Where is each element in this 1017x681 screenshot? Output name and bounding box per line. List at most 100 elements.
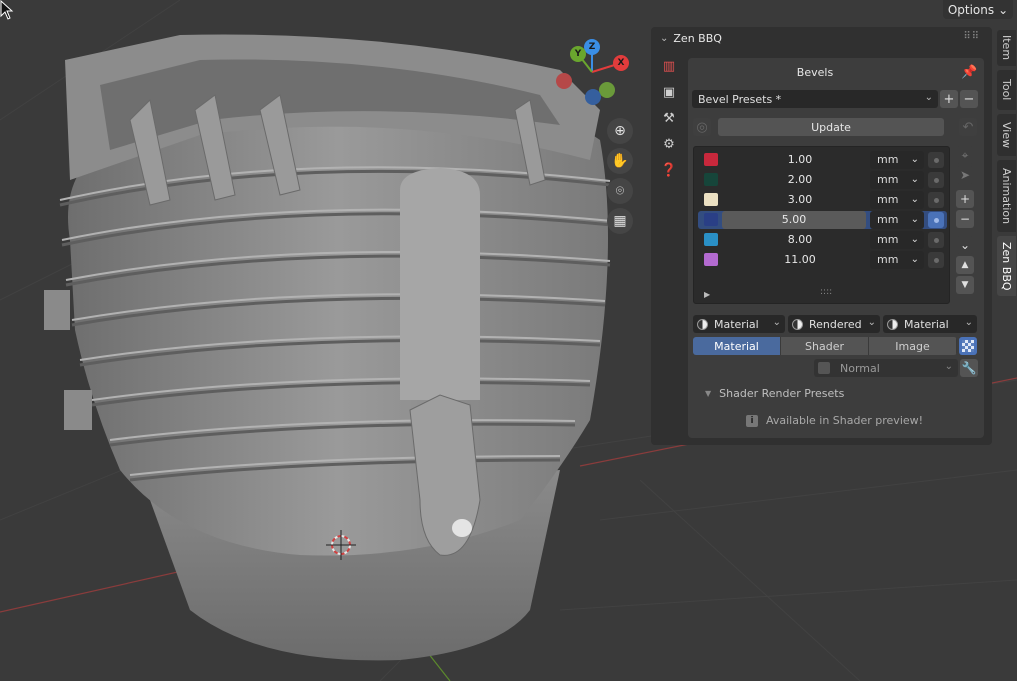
info-icon: i bbox=[746, 414, 758, 427]
options-label: Options bbox=[947, 2, 995, 17]
unit-dropdown[interactable]: mm ⌄ bbox=[870, 171, 924, 189]
zoom-icon[interactable]: ⊕ bbox=[607, 118, 633, 144]
color-swatch[interactable] bbox=[704, 233, 718, 246]
chevron-down-icon: ⌄ bbox=[867, 317, 876, 328]
tab-zen-bbq[interactable]: Zen BBQ bbox=[997, 236, 1016, 296]
pin-icon[interactable]: 📌 bbox=[961, 65, 977, 80]
unit-dropdown[interactable]: mm ⌄ bbox=[870, 231, 924, 249]
list-item[interactable]: 5.00 mm ⌄ bbox=[698, 211, 947, 229]
unit-label: mm bbox=[877, 193, 899, 206]
tab-tool[interactable]: Tool bbox=[997, 70, 1016, 110]
bevel-value[interactable]: 8.00 bbox=[730, 231, 870, 249]
drag-handle-icon[interactable]: ⠿⠿ bbox=[963, 31, 980, 42]
panel-header[interactable]: ⌄ Zen BBQ bbox=[651, 27, 992, 49]
select-dot[interactable] bbox=[928, 192, 944, 208]
camera-icon[interactable]: ⌾ bbox=[607, 178, 633, 204]
color-swatch[interactable] bbox=[704, 253, 718, 266]
bevel-value[interactable]: 11.00 bbox=[730, 251, 870, 269]
bevel-value[interactable]: 3.00 bbox=[730, 191, 870, 209]
checker-icon[interactable] bbox=[959, 337, 977, 355]
chevron-down-icon: ⌄ bbox=[998, 2, 1009, 17]
grid-icon[interactable]: ▦ bbox=[607, 208, 633, 234]
color-swatch[interactable] bbox=[704, 153, 718, 166]
unit-dropdown[interactable]: mm ⌄ bbox=[870, 151, 924, 169]
expand-arrow-icon[interactable]: ▶ bbox=[704, 290, 710, 299]
bevel-value[interactable]: 5.00 bbox=[722, 211, 866, 229]
chevron-down-icon: ⌄ bbox=[910, 194, 919, 205]
remove-preset-button[interactable]: − bbox=[960, 90, 978, 108]
select-arrow-icon[interactable]: ➤ bbox=[956, 166, 974, 184]
eyedropper-icon[interactable]: ⌖ bbox=[956, 146, 974, 164]
select-dot[interactable] bbox=[928, 232, 944, 248]
chevron-down-icon: ⌄ bbox=[772, 317, 781, 328]
normal-dropdown[interactable]: Normal ⌄ bbox=[814, 359, 958, 377]
move-up-button[interactable]: ▲ bbox=[956, 256, 974, 274]
help-icon[interactable]: ❓ bbox=[660, 161, 678, 179]
link-icon[interactable]: ◎ bbox=[693, 118, 711, 136]
chevron-down-icon[interactable]: ⌄ bbox=[956, 236, 974, 254]
tab-animation[interactable]: Animation bbox=[997, 160, 1016, 232]
select-dot[interactable] bbox=[928, 152, 944, 168]
tools-icon[interactable]: ⚒ bbox=[660, 109, 678, 127]
shading-label: Rendered bbox=[809, 317, 862, 331]
wrench-icon[interactable]: 🔧 bbox=[960, 359, 978, 377]
bevel-list[interactable]: 1.00 mm ⌄ 2.00 mm ⌄ 3.00 mm ⌄ 5.00 mm ⌄ bbox=[693, 146, 950, 304]
color-swatch[interactable] bbox=[704, 213, 718, 226]
unit-label: mm bbox=[877, 153, 899, 166]
material-sphere-icon bbox=[887, 318, 898, 330]
gizmo-neg-x[interactable] bbox=[556, 73, 572, 89]
tab-image[interactable]: Image bbox=[869, 337, 957, 355]
mouse-cursor-icon bbox=[0, 0, 14, 20]
remove-bevel-button[interactable]: − bbox=[956, 210, 974, 228]
list-item[interactable]: 11.00 mm ⌄ bbox=[698, 251, 947, 269]
color-swatch[interactable] bbox=[704, 193, 718, 206]
bevel-value[interactable]: 2.00 bbox=[730, 171, 870, 189]
chevron-down-icon: ⌄ bbox=[910, 234, 919, 245]
hand-pan-icon[interactable]: ✋ bbox=[607, 148, 633, 174]
color-swatch[interactable] bbox=[704, 173, 718, 186]
unit-dropdown[interactable]: mm ⌄ bbox=[870, 191, 924, 209]
chevron-down-icon: ⌄ bbox=[910, 174, 919, 185]
list-item[interactable]: 2.00 mm ⌄ bbox=[698, 171, 947, 189]
add-preset-button[interactable]: + bbox=[940, 90, 958, 108]
settings-icon[interactable]: ⚙ bbox=[660, 135, 678, 153]
gizmo-y[interactable]: Y bbox=[570, 46, 586, 62]
select-dot[interactable] bbox=[928, 212, 944, 228]
update-button[interactable]: Update bbox=[718, 118, 944, 136]
gizmo-neg-y[interactable] bbox=[599, 82, 615, 98]
bevel-presets-dropdown[interactable]: Bevel Presets * ⌄ bbox=[692, 90, 938, 108]
shading-dropdown-2[interactable]: Rendered ⌄ bbox=[788, 315, 880, 333]
list-item[interactable]: 8.00 mm ⌄ bbox=[698, 231, 947, 249]
shader-presets-label: Shader Render Presets bbox=[719, 387, 845, 400]
tab-shader[interactable]: Shader bbox=[781, 337, 869, 355]
panel-title: Zen BBQ bbox=[673, 31, 722, 45]
select-dot[interactable] bbox=[928, 252, 944, 268]
resize-grip-icon[interactable]: :::: bbox=[820, 287, 832, 297]
bevels-icon[interactable]: ▥ bbox=[660, 57, 678, 75]
unit-dropdown[interactable]: mm ⌄ bbox=[870, 251, 924, 269]
tab-item[interactable]: Item bbox=[997, 30, 1016, 66]
list-item[interactable]: 1.00 mm ⌄ bbox=[698, 151, 947, 169]
unit-dropdown[interactable]: mm ⌄ bbox=[870, 211, 924, 229]
section-title: Bevels bbox=[796, 66, 834, 79]
gizmo-neg-z[interactable] bbox=[585, 89, 601, 105]
gizmo-z[interactable]: Z bbox=[584, 39, 600, 55]
tab-material[interactable]: Material bbox=[693, 337, 781, 355]
add-bevel-button[interactable]: + bbox=[956, 190, 974, 208]
images-icon[interactable]: ▣ bbox=[660, 83, 678, 101]
material-sphere-icon bbox=[697, 318, 708, 330]
select-dot[interactable] bbox=[928, 172, 944, 188]
gizmo-x[interactable]: X bbox=[613, 55, 629, 71]
bevel-value[interactable]: 1.00 bbox=[730, 151, 870, 169]
move-down-button[interactable]: ▼ bbox=[956, 276, 974, 294]
chevron-down-icon: ⌄ bbox=[910, 214, 919, 225]
shading-dropdown-3[interactable]: Material ⌄ bbox=[883, 315, 977, 333]
shading-dropdown-1[interactable]: Material ⌄ bbox=[693, 315, 785, 333]
tab-view[interactable]: View bbox=[997, 114, 1016, 156]
undo-icon[interactable]: ↶ bbox=[959, 118, 977, 136]
list-item[interactable]: 3.00 mm ⌄ bbox=[698, 191, 947, 209]
engine-model bbox=[44, 34, 613, 661]
normal-label: Normal bbox=[840, 361, 880, 375]
options-dropdown[interactable]: Options ⌄ bbox=[943, 0, 1013, 19]
shader-render-presets[interactable]: ▼ Shader Render Presets bbox=[705, 387, 844, 400]
